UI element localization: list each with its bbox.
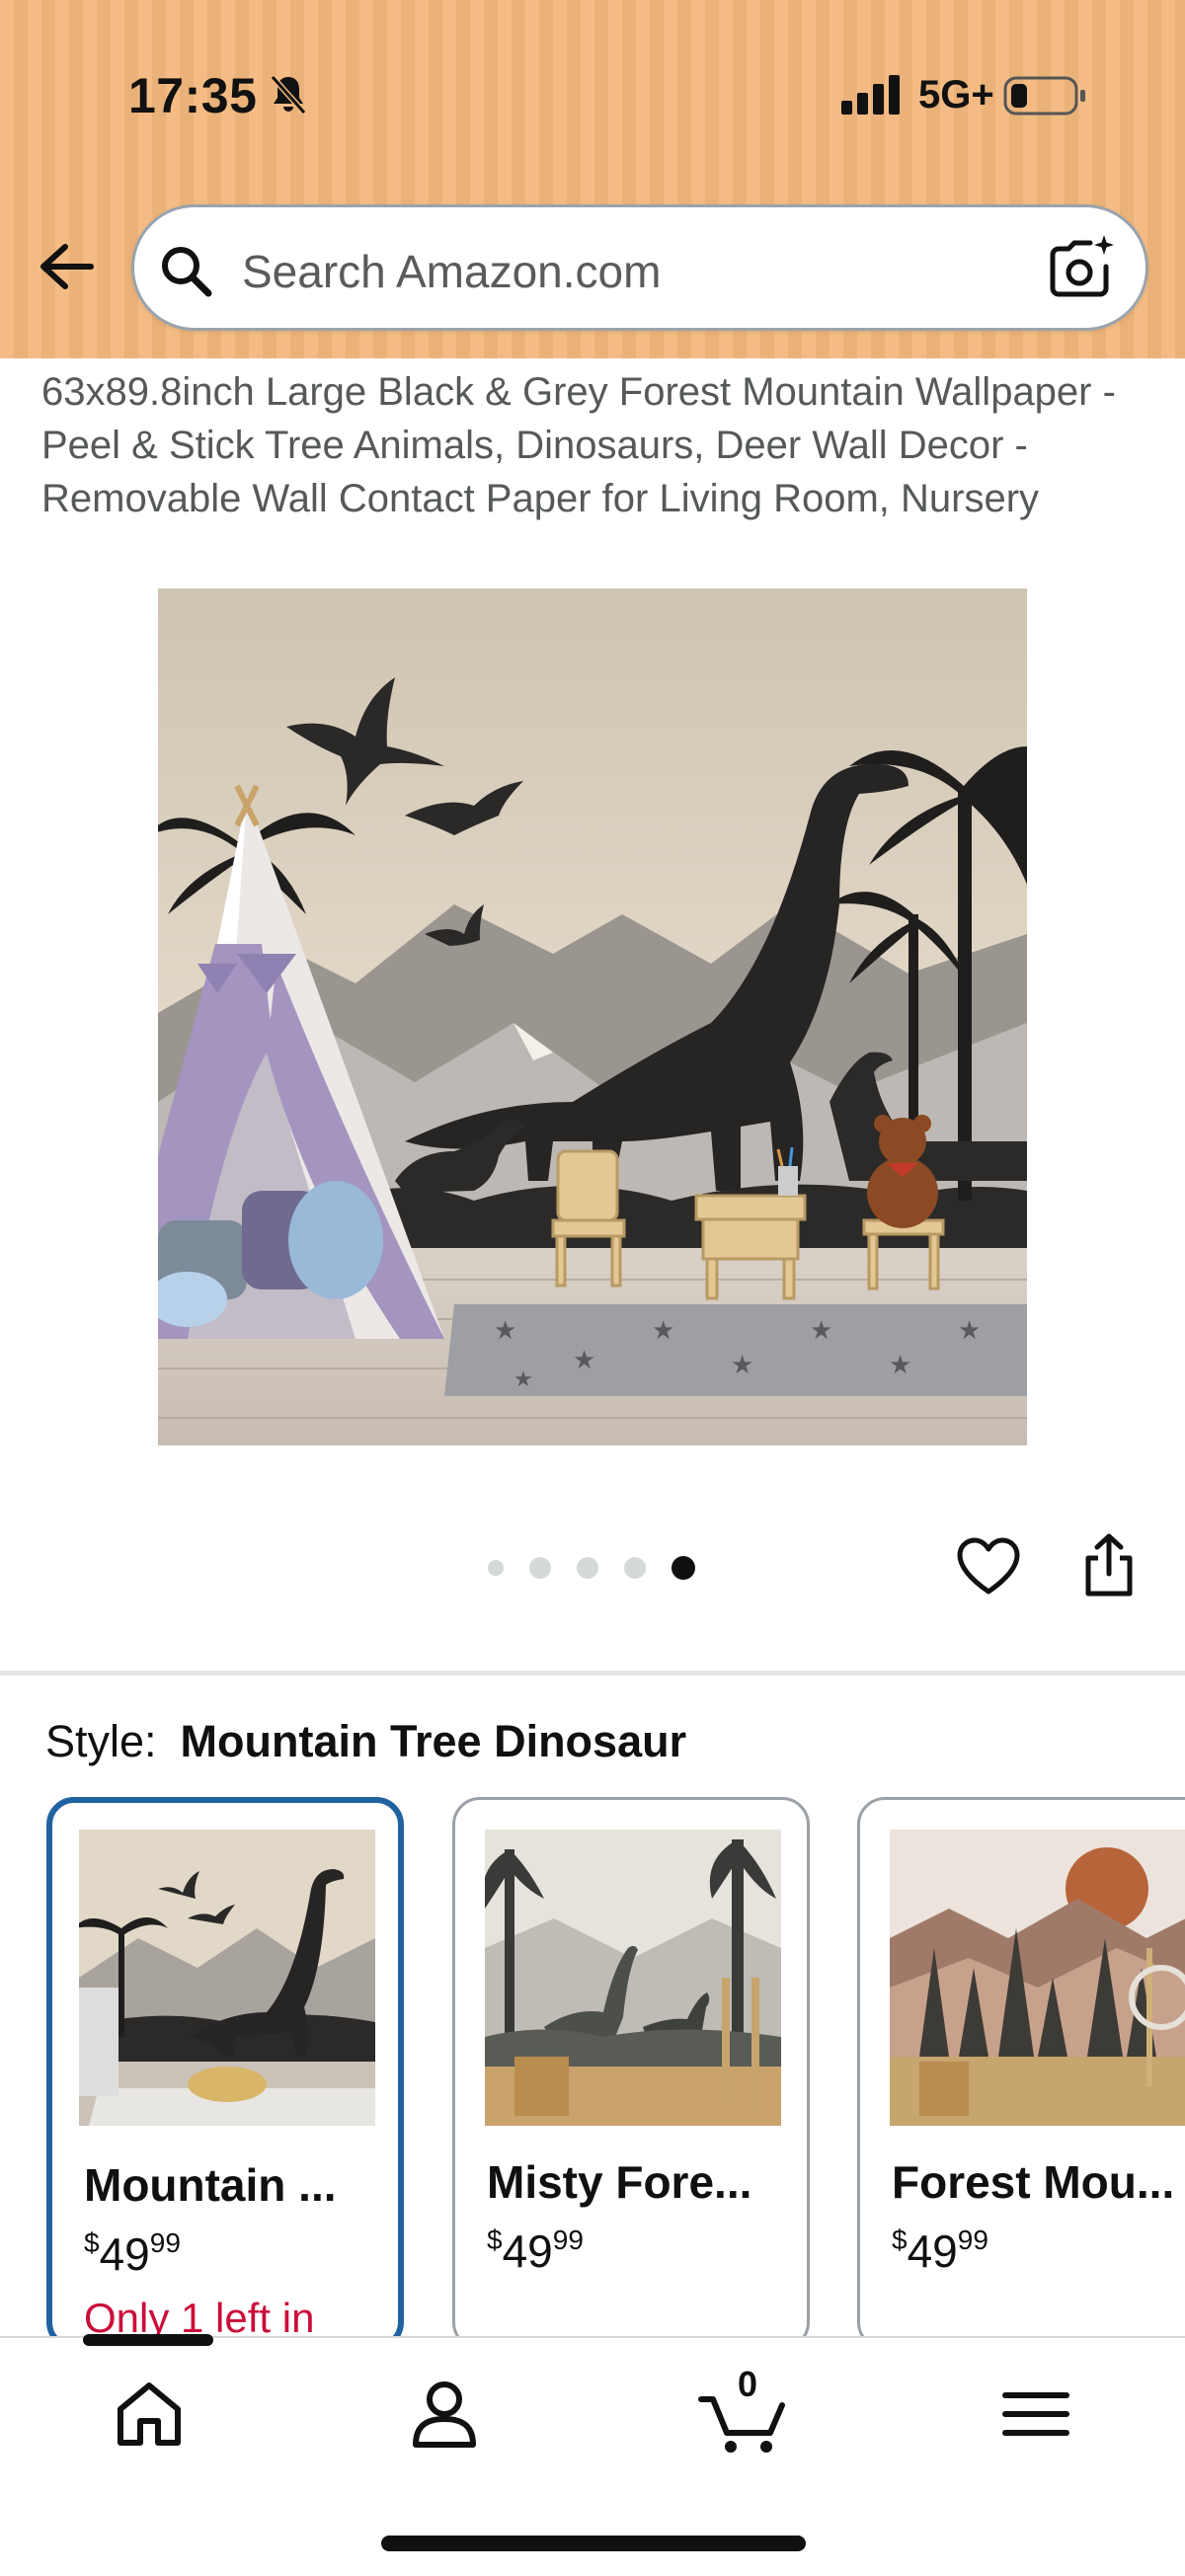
style-option-card[interactable]: Forest Mou... $4999 (857, 1797, 1185, 2350)
pagination-dot[interactable] (529, 1557, 551, 1579)
style-option-thumbnail (890, 1830, 1185, 2126)
search-icon (162, 247, 212, 297)
style-option-price: $4999 (892, 2225, 988, 2277)
style-selector-heading: Style: Mountain Tree Dinosaur (45, 1716, 686, 1767)
camera-lens-icon[interactable] (1049, 233, 1118, 302)
network-type: 5G+ (918, 73, 994, 117)
bell-slash-icon (270, 75, 307, 115)
cart-count-badge: 0 (737, 2364, 758, 2404)
style-option-price: $4999 (84, 2227, 181, 2280)
svg-text:★: ★ (573, 1345, 595, 1374)
svg-text:★: ★ (514, 1366, 533, 1391)
style-option-card[interactable]: Mountain ... $4999 Only 1 left in (46, 1797, 404, 2350)
active-tab-indicator (83, 2334, 213, 2346)
svg-text:★: ★ (958, 1315, 981, 1345)
style-option-price: $4999 (487, 2225, 584, 2277)
share-icon[interactable] (1080, 1532, 1138, 1598)
home-indicator[interactable] (381, 2536, 806, 2551)
style-option-thumbnail (79, 1830, 375, 2126)
style-selected-value: Mountain Tree Dinosaur (180, 1716, 687, 1766)
back-arrow-icon[interactable] (36, 241, 95, 292)
style-option-name: Forest Mou... (892, 2156, 1175, 2208)
svg-text:★: ★ (652, 1315, 674, 1345)
pagination-dot[interactable] (624, 1557, 646, 1579)
image-pagination[interactable] (488, 1555, 695, 1581)
style-option-name: Misty Fore... (487, 2156, 752, 2208)
style-option-thumbnail (485, 1830, 781, 2126)
product-image[interactable]: ★ ★ ★ ★ ★ ★ ★ ★ (158, 588, 1027, 1445)
signal-bars-icon (841, 75, 900, 115)
menu-icon[interactable] (991, 2370, 1080, 2459)
svg-text:★: ★ (810, 1315, 832, 1345)
svg-text:★: ★ (731, 1350, 753, 1379)
battery-icon (1003, 76, 1085, 116)
style-option-card[interactable]: Misty Fore... $4999 (452, 1797, 810, 2350)
pagination-dot[interactable] (488, 1560, 504, 1576)
home-icon[interactable] (105, 2370, 194, 2459)
account-icon[interactable] (400, 2370, 489, 2459)
status-time: 17:35 (128, 68, 258, 123)
pagination-dot[interactable] (577, 1557, 598, 1579)
svg-text:★: ★ (889, 1350, 911, 1379)
product-title: 63x89.8inch Large Black & Grey Forest Mo… (41, 370, 1116, 520)
style-option-name: Mountain ... (84, 2159, 337, 2211)
section-divider (0, 1671, 1185, 1676)
svg-text:★: ★ (494, 1315, 516, 1345)
style-label: Style: (45, 1716, 157, 1766)
heart-icon[interactable] (956, 1536, 1021, 1598)
pagination-dot-active[interactable] (672, 1556, 695, 1580)
search-input[interactable] (242, 237, 1012, 306)
